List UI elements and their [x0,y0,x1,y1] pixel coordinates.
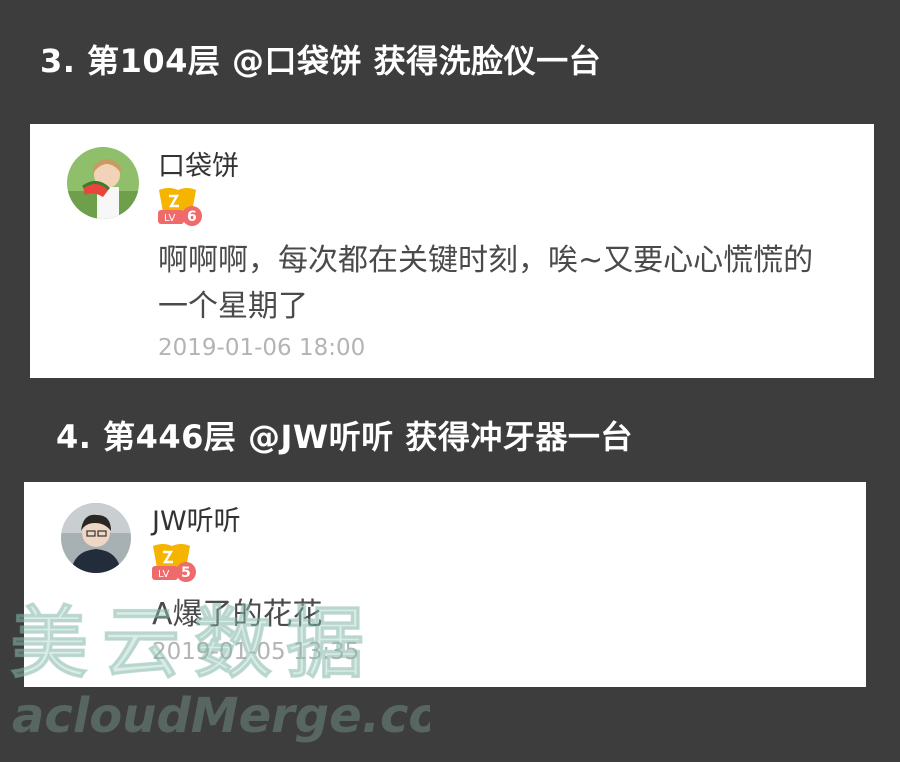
username[interactable]: 口袋饼 [158,144,239,183]
watermark-en: acloudMerge.com [12,688,430,744]
level-badge-icon: LV 6 [156,186,204,228]
avatar[interactable] [61,503,131,573]
timestamp: 2019-01-05 13:35 [152,639,360,665]
level-label: LV [164,213,175,224]
post-heading: 3. 第104层 @口袋饼 获得洗脸仪一台 [40,42,602,80]
timestamp: 2019-01-06 18:00 [158,335,366,361]
username[interactable]: JW听听 [152,499,241,538]
comment-text: 啊啊啊，每次都在关键时刻，唉~又要心心慌慌的一个星期了 [158,243,814,324]
level-number: 5 [181,565,191,581]
comment-card: JW听听 LV 5 A爆了的花花 2019-01-05 13:35 [24,482,866,687]
level-label: LV [158,569,169,580]
level-badge-icon: LV 5 [150,542,198,584]
comment-text: A爆了的花花 [152,597,323,632]
post-heading: 4. 第446层 @JW听听 获得冲牙器一台 [56,418,633,456]
level-number: 6 [187,209,197,225]
comment-card: 口袋饼 LV 6 啊啊啊，每次都在关键时刻，唉~又要心心慌慌的一个星期了 201… [30,124,874,378]
avatar[interactable] [67,147,139,219]
